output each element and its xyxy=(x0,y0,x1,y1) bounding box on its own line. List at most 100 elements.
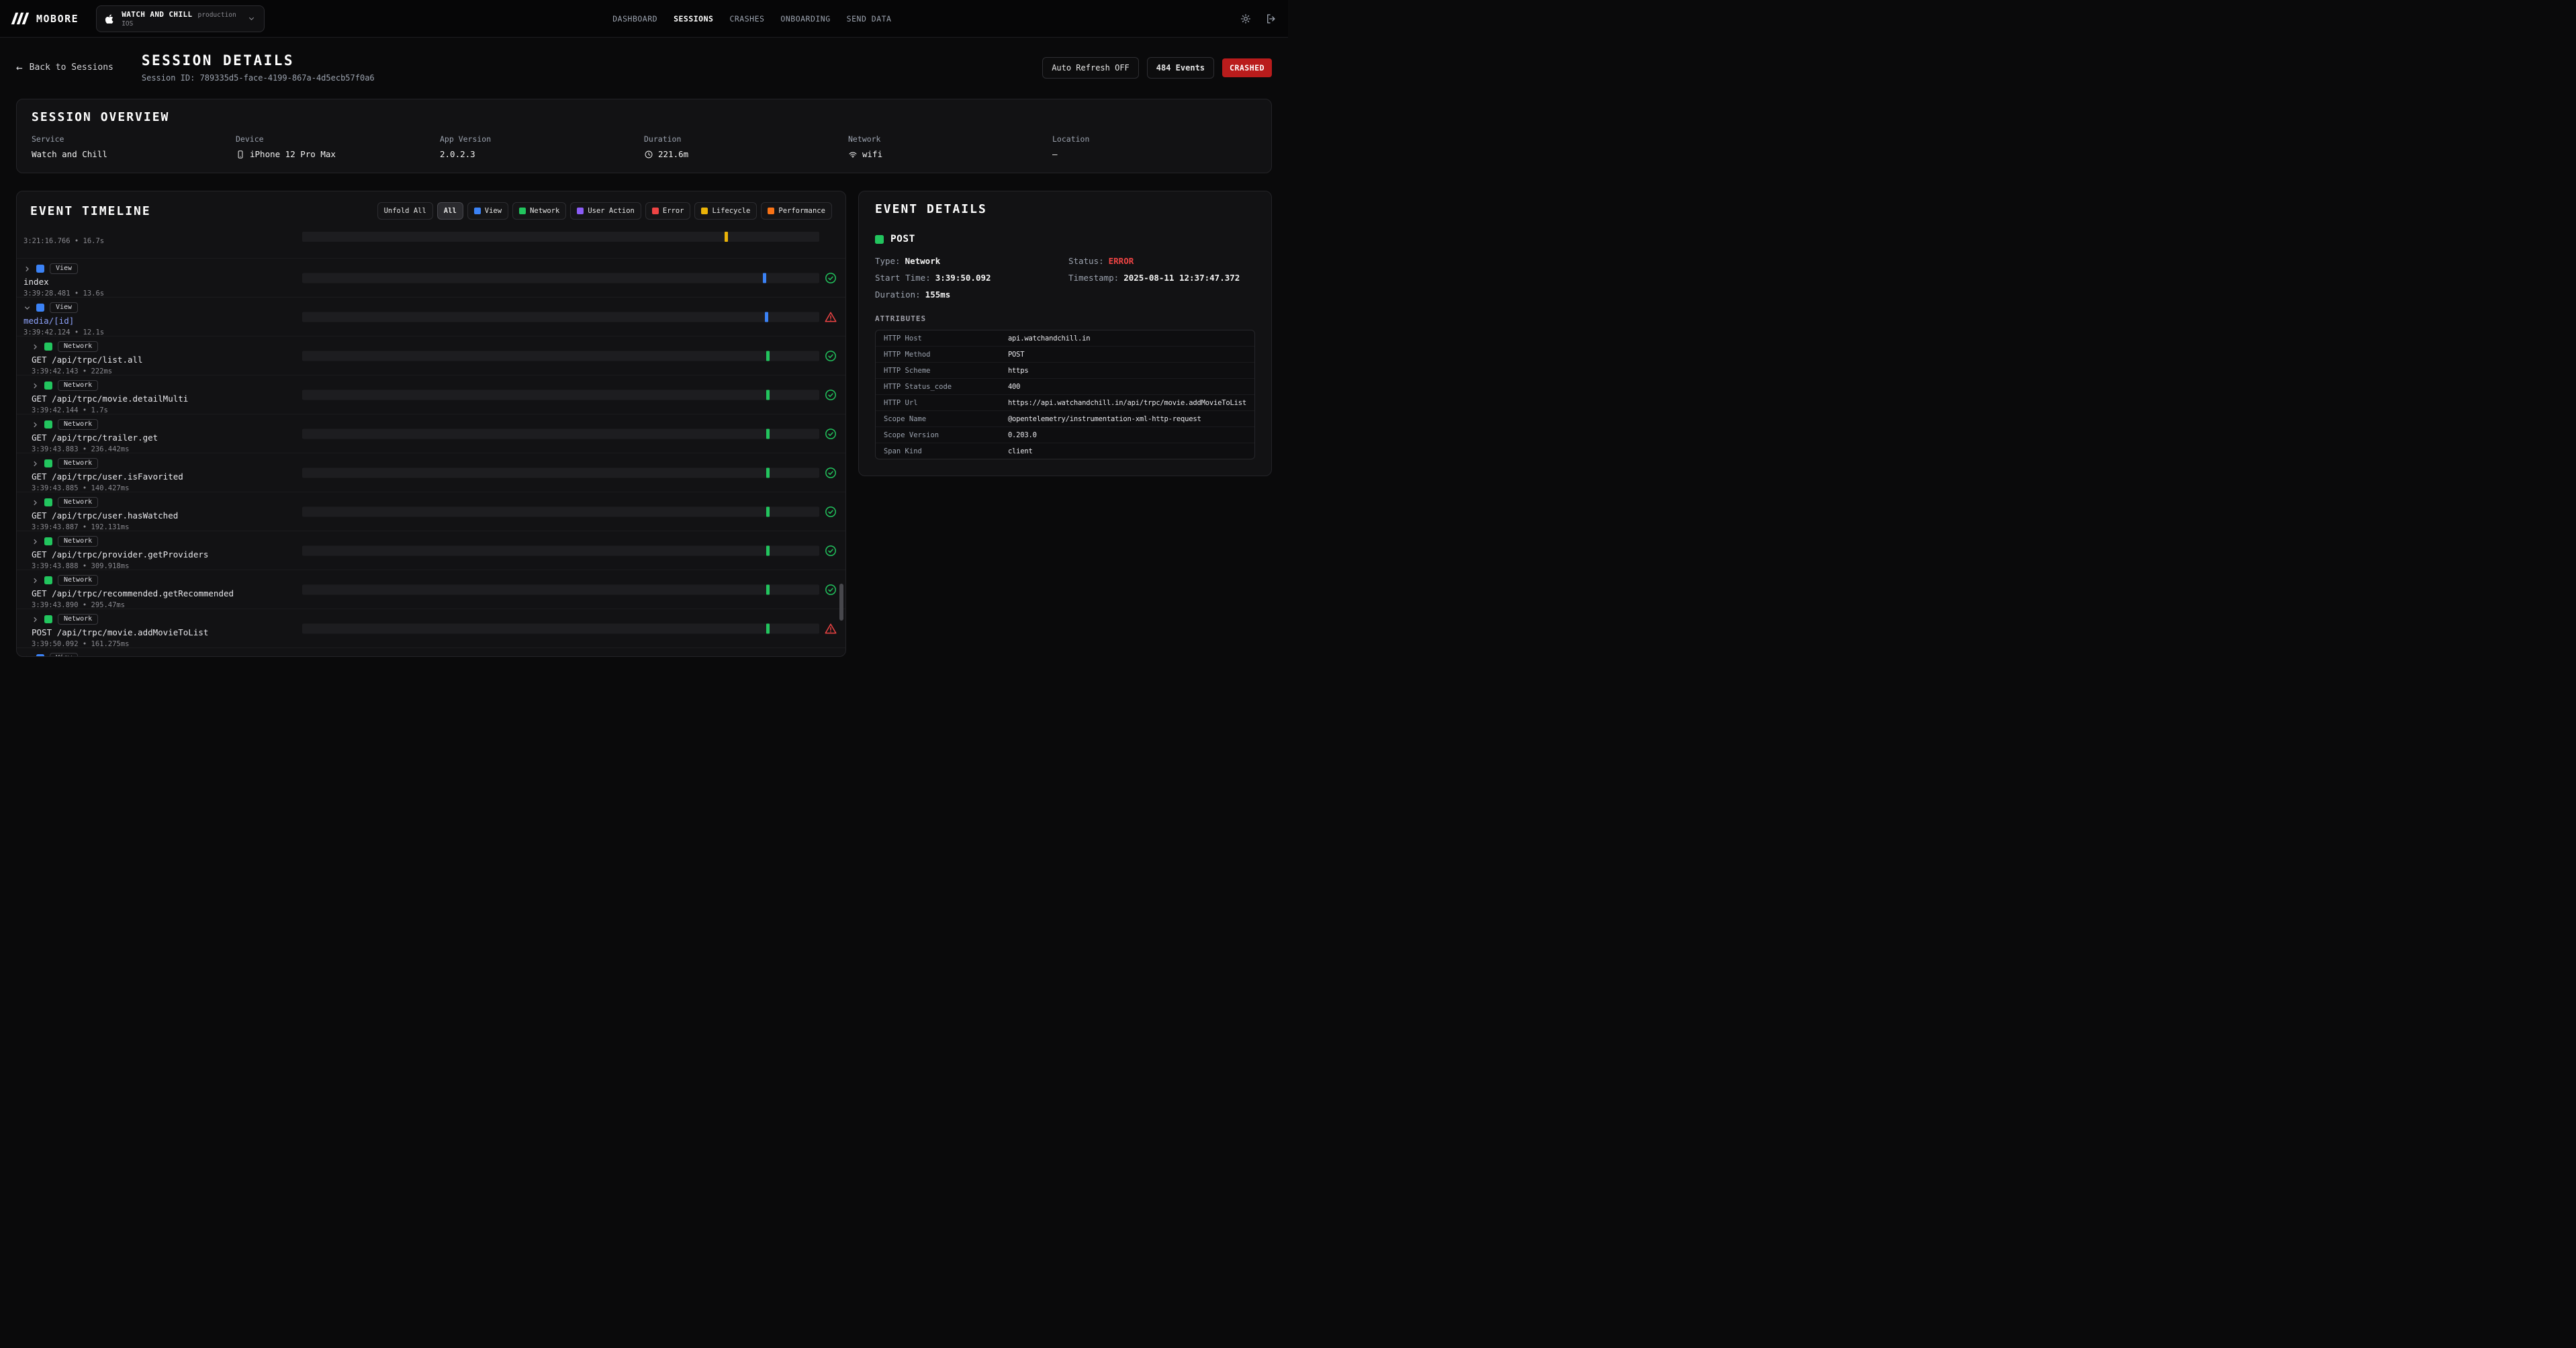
event-time: 3:39:43.883 • 236.442ms xyxy=(32,445,845,453)
nav-item-sessions[interactable]: SESSIONS xyxy=(674,14,713,24)
event-type-badge: Network xyxy=(58,614,98,625)
timeline-event-row[interactable]: NetworkGET /api/trpc/list.all3:39:42.143… xyxy=(17,336,845,375)
chevron-right-icon[interactable] xyxy=(24,265,31,273)
event-type-badge: View xyxy=(50,302,78,313)
attribute-value: @opentelemetry/instrumentation-xml-http-… xyxy=(1008,414,1246,424)
timeline-event-row[interactable]: NetworkGET /api/trpc/movie.detailMulti3:… xyxy=(17,375,845,414)
attribute-key: Span Kind xyxy=(884,447,1008,456)
nav-item-crashes[interactable]: CRASHES xyxy=(729,14,764,24)
attribute-key: Scope Name xyxy=(884,414,1008,424)
unfold-all-button[interactable]: Unfold All xyxy=(377,202,433,220)
attributes-table: HTTP Hostapi.watchandchill.in HTTP Method… xyxy=(875,330,1255,459)
event-time: 3:39:42.144 • 1.7s xyxy=(32,406,845,414)
chevron-down-icon[interactable] xyxy=(24,304,31,312)
filter-view[interactable]: View xyxy=(467,202,508,220)
nav-item-onboarding[interactable]: ONBOARDING xyxy=(780,14,830,24)
timeline-event-row[interactable]: Viewindex3:39:28.481 • 13.6s xyxy=(17,259,845,298)
session-overview-panel: SESSION OVERVIEW ServiceWatch and ChillD… xyxy=(16,99,1272,173)
details-title: EVENT DETAILS xyxy=(875,202,1255,216)
event-duration-track xyxy=(302,506,819,516)
chevron-right-icon[interactable] xyxy=(32,538,39,545)
attribute-row: HTTP Urlhttps://api.watchandchill.in/api… xyxy=(876,395,1254,411)
attribute-row: Scope Version0.203.0 xyxy=(876,427,1254,443)
overview-field: Networkwifi xyxy=(848,134,1052,159)
event-type-badge: Network xyxy=(58,419,98,430)
chevron-right-icon[interactable] xyxy=(32,499,39,506)
attribute-value: https xyxy=(1008,366,1246,375)
chevron-right-icon[interactable] xyxy=(24,655,31,658)
event-timeline-panel: EVENT TIMELINE Unfold All AllViewNetwork… xyxy=(16,191,846,657)
chevron-right-icon[interactable] xyxy=(32,616,39,623)
timeline-event-row[interactable]: NetworkPOST /api/trpc/movie.addMovieToLi… xyxy=(17,609,845,648)
timeline-scrollbar[interactable] xyxy=(839,584,843,621)
attribute-row: HTTP MethodPOST xyxy=(876,347,1254,363)
timeline-event-row[interactable]: NetworkGET /api/trpc/user.isFavorited3:3… xyxy=(17,453,845,492)
phone-icon xyxy=(236,150,245,159)
success-check-icon xyxy=(824,349,837,363)
timeline-event-row[interactable]: 3:21:16.766 • 16.7s xyxy=(17,237,845,259)
attribute-value: api.watchandchill.in xyxy=(1008,334,1246,343)
overview-field-label: Device xyxy=(236,134,440,144)
event-duration-track xyxy=(302,273,819,283)
nav-item-dashboard[interactable]: DASHBOARD xyxy=(612,14,657,24)
event-color-square xyxy=(44,498,52,506)
attribute-key: HTTP Status_code xyxy=(884,382,1008,392)
event-type-badge: Network xyxy=(58,458,98,469)
chevron-right-icon[interactable] xyxy=(32,577,39,584)
event-time: 3:39:42.143 • 222ms xyxy=(32,367,845,375)
chevron-right-icon[interactable] xyxy=(32,343,39,351)
event-color-square xyxy=(44,459,52,467)
overview-field: Location— xyxy=(1052,134,1256,159)
attributes-title: ATTRIBUTES xyxy=(875,314,1255,323)
overview-field-label: Network xyxy=(848,134,1052,144)
attribute-value: https://api.watchandchill.in/api/trpc/mo… xyxy=(1008,398,1246,408)
chevron-right-icon[interactable] xyxy=(32,421,39,429)
timeline-event-row[interactable]: NetworkGET /api/trpc/provider.getProvide… xyxy=(17,531,845,570)
logout-icon[interactable] xyxy=(1265,13,1277,25)
attribute-key: HTTP Host xyxy=(884,334,1008,343)
auto-refresh-button[interactable]: Auto Refresh OFF xyxy=(1042,57,1139,79)
wifi-icon xyxy=(848,150,858,159)
chevron-down-icon xyxy=(247,14,256,23)
top-icons xyxy=(1240,13,1277,25)
overview-field-label: Location xyxy=(1052,134,1256,144)
timeline-title: EVENT TIMELINE xyxy=(30,204,151,218)
selected-app-platform: IOS xyxy=(122,20,236,28)
gear-icon[interactable] xyxy=(1240,13,1252,25)
overview-fields: ServiceWatch and ChillDeviceiPhone 12 Pr… xyxy=(32,134,1256,159)
timeline-event-row[interactable]: View xyxy=(17,648,845,657)
page-header: ← Back to Sessions SESSION DETAILS Sessi… xyxy=(0,38,1288,99)
overview-field-label: Duration xyxy=(644,134,848,144)
event-duration-track xyxy=(302,351,819,361)
timeline-event-row[interactable]: NetworkGET /api/trpc/trailer.get3:39:43.… xyxy=(17,414,845,453)
timeline-event-row[interactable]: NetworkGET /api/trpc/user.hasWatched3:39… xyxy=(17,492,845,531)
timeline-event-row[interactable]: NetworkGET /api/trpc/recommended.getReco… xyxy=(17,570,845,609)
filter-performance[interactable]: Performance xyxy=(761,202,832,220)
filter-network[interactable]: Network xyxy=(512,202,566,220)
timeline-event-row[interactable]: Viewmedia/[id]3:39:42.124 • 12.1s xyxy=(17,298,845,336)
chevron-right-icon[interactable] xyxy=(32,382,39,390)
event-color-square xyxy=(875,235,884,244)
app-selector[interactable]: WATCH AND CHILL production IOS xyxy=(96,5,265,32)
back-label: Back to Sessions xyxy=(30,62,113,73)
event-duration-track xyxy=(302,545,819,555)
event-status: Status:ERROR xyxy=(1068,256,1255,266)
filter-lifecycle[interactable]: Lifecycle xyxy=(694,202,757,220)
event-details-panel: EVENT DETAILS POST Type:Network Status:E… xyxy=(858,191,1272,476)
nav-item-send-data[interactable]: SEND DATA xyxy=(847,14,892,24)
back-to-sessions-link[interactable]: ← Back to Sessions xyxy=(16,61,113,74)
event-duration-track xyxy=(302,429,819,439)
event-time: 3:39:43.890 • 295.47ms xyxy=(32,601,845,609)
attribute-value: 0.203.0 xyxy=(1008,431,1246,440)
success-check-icon xyxy=(824,427,837,441)
overview-field-label: App Version xyxy=(440,134,644,144)
selected-app-name: WATCH AND CHILL xyxy=(122,10,192,19)
filter-color-square xyxy=(519,208,526,214)
filter-user-action[interactable]: User Action xyxy=(570,202,641,220)
chevron-right-icon[interactable] xyxy=(32,460,39,467)
attribute-row: Scope Name@opentelemetry/instrumentation… xyxy=(876,411,1254,427)
event-duration-track xyxy=(302,623,819,633)
overview-field: Duration221.6m xyxy=(644,134,848,159)
filter-all[interactable]: All xyxy=(437,202,463,220)
filter-error[interactable]: Error xyxy=(645,202,691,220)
